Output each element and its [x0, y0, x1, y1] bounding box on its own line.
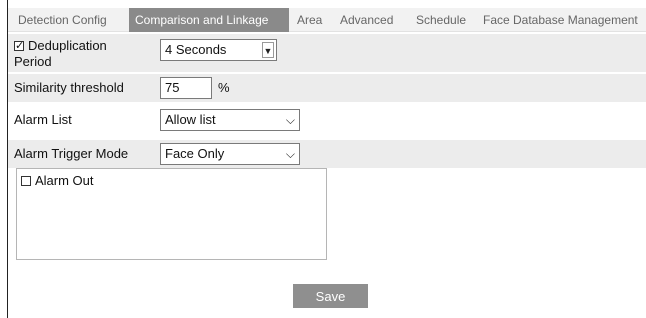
tab-detection-config[interactable]: Detection Config	[18, 8, 107, 32]
tab-area[interactable]: Area	[297, 8, 322, 32]
alarm-list-label: Alarm List	[14, 112, 72, 127]
tab-bar: Detection Config Comparison and Linkage …	[8, 8, 646, 32]
alarm-out-checkbox[interactable]	[21, 176, 31, 186]
dedup-label-line2: Period	[14, 54, 52, 69]
alarm-out-label: Alarm Out	[35, 173, 94, 188]
chevron-down-icon: ⌵	[285, 113, 295, 127]
alarm-out-item[interactable]: Alarm Out	[21, 173, 94, 189]
save-button[interactable]: Save	[293, 284, 368, 308]
dedup-period-row: Deduplication Period 4 Seconds ▼	[8, 34, 646, 72]
dedup-period-select[interactable]: 4 Seconds ▼	[160, 39, 277, 61]
tab-face-database-management[interactable]: Face Database Management	[483, 8, 638, 32]
dedup-checkbox[interactable]	[14, 38, 24, 54]
tab-advanced[interactable]: Advanced	[340, 8, 393, 32]
similarity-label: Similarity threshold	[14, 80, 124, 95]
trigger-mode-select[interactable]: Face Only ⌵	[160, 143, 300, 165]
tab-comparison-and-linkage[interactable]: Comparison and Linkage	[129, 8, 289, 32]
alarm-list-row: Alarm List Allow list ⌵	[8, 106, 646, 134]
trigger-mode-row: Alarm Trigger Mode Face Only ⌵	[8, 140, 646, 168]
alarm-out-list: Alarm Out	[16, 168, 327, 260]
similarity-input[interactable]: 75	[160, 77, 212, 99]
similarity-unit: %	[218, 80, 230, 95]
trigger-mode-value: Face Only	[165, 146, 225, 161]
dedup-label-line1: Deduplication	[28, 38, 107, 53]
alarm-list-select[interactable]: Allow list ⌵	[160, 109, 300, 131]
tab-schedule[interactable]: Schedule	[416, 8, 466, 32]
dedup-period-label: Deduplication Period	[14, 38, 154, 70]
dedup-period-value: 4 Seconds	[165, 42, 227, 57]
chevron-down-icon: ▼	[262, 42, 274, 58]
trigger-mode-label: Alarm Trigger Mode	[14, 146, 129, 161]
chevron-down-icon: ⌵	[285, 147, 295, 161]
similarity-row: Similarity threshold 75 %	[8, 74, 646, 102]
alarm-list-value: Allow list	[165, 112, 216, 127]
